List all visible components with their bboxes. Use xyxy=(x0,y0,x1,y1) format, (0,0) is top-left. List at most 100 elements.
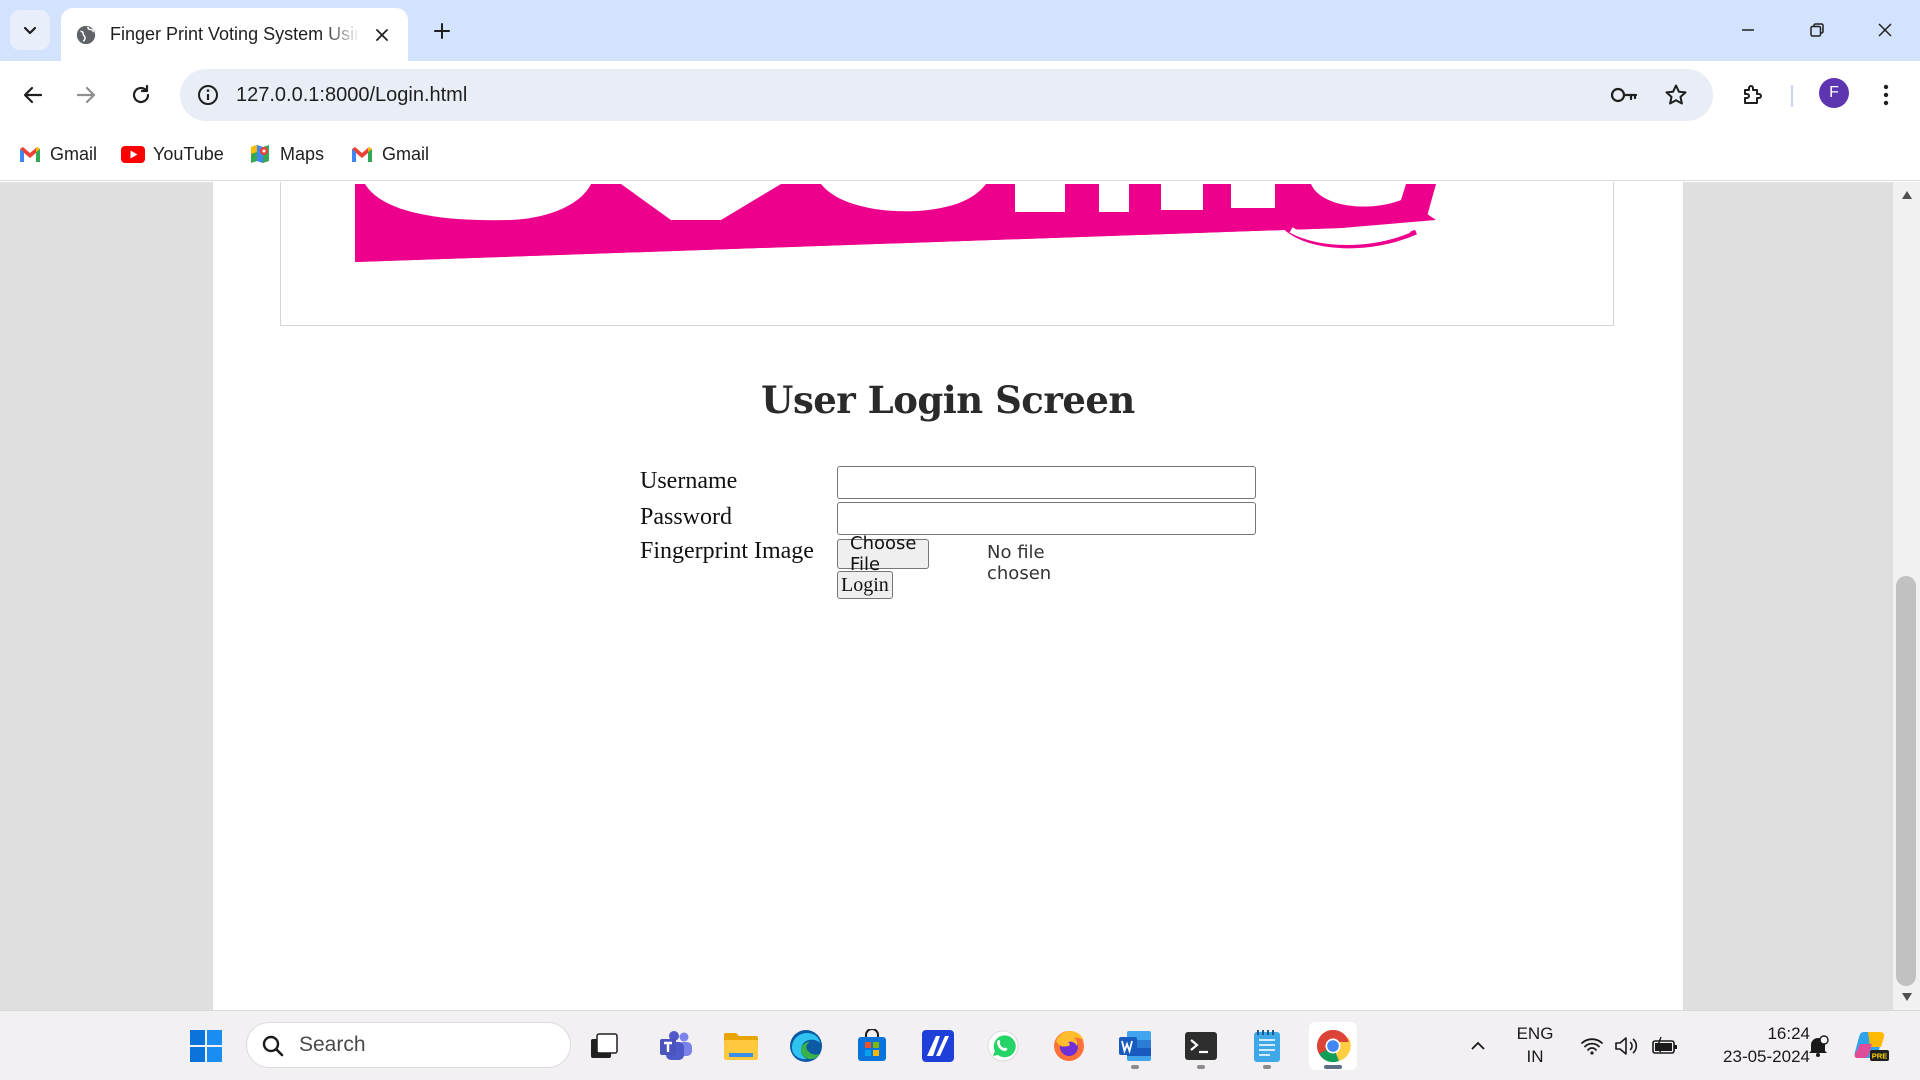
forward-button[interactable] xyxy=(66,75,106,115)
password-input[interactable] xyxy=(837,502,1256,535)
browser-menu-button[interactable] xyxy=(1866,75,1906,115)
copilot-button[interactable]: PRE xyxy=(1850,1011,1894,1080)
new-tab-button[interactable] xyxy=(425,14,459,48)
wifi-status[interactable] xyxy=(1576,1011,1608,1080)
triangle-down-icon xyxy=(1901,993,1912,1001)
taskbar-search[interactable]: Search xyxy=(246,1022,571,1068)
task-view-button[interactable] xyxy=(580,1022,628,1070)
close-icon xyxy=(376,29,388,41)
running-indicator xyxy=(1263,1065,1271,1069)
notepad-icon xyxy=(1254,1030,1280,1062)
scroll-up-button[interactable] xyxy=(1893,186,1920,204)
close-window-button[interactable] xyxy=(1865,10,1905,50)
volume-icon xyxy=(1615,1037,1638,1055)
close-tab-button[interactable] xyxy=(370,23,394,47)
bookmark-star-button[interactable] xyxy=(1660,79,1692,111)
fingerprint-label: Fingerprint Image xyxy=(640,538,814,564)
language-indicator[interactable]: ENG IN xyxy=(1505,1022,1565,1068)
page-title: User Login Screen xyxy=(761,378,1135,422)
triangle-up-icon xyxy=(1901,191,1912,199)
maps-icon xyxy=(248,142,272,166)
terminal-icon xyxy=(1185,1032,1217,1060)
clock-time: 16:24 xyxy=(1767,1024,1810,1043)
folder-icon xyxy=(724,1033,758,1060)
bookmark-maps[interactable]: Maps xyxy=(248,139,324,169)
toolbar-divider xyxy=(1791,85,1793,107)
svg-text:PRE: PRE xyxy=(1872,1052,1887,1061)
youtube-icon xyxy=(121,142,145,166)
restore-icon xyxy=(1810,23,1824,37)
extensions-button[interactable] xyxy=(1733,75,1773,115)
taskbar-app-ai-studio[interactable] xyxy=(914,1022,962,1070)
username-label: Username xyxy=(640,468,738,494)
search-icon xyxy=(262,1035,284,1057)
site-info-button[interactable] xyxy=(192,79,224,111)
arrow-left-icon xyxy=(23,86,43,104)
running-indicator xyxy=(1197,1065,1205,1069)
taskbar-app-firefox[interactable] xyxy=(1045,1022,1093,1070)
reload-icon xyxy=(132,84,150,104)
bookmark-gmail[interactable]: Gmail xyxy=(18,139,97,169)
notifications-button[interactable] xyxy=(1803,1011,1833,1080)
taskbar-app-microsoft-store[interactable] xyxy=(848,1022,896,1070)
clock-date: 23-05-2024 xyxy=(1723,1047,1810,1066)
chrome-icon xyxy=(1317,1029,1351,1063)
username-input[interactable] xyxy=(837,466,1256,499)
page-scrollbar[interactable] xyxy=(1893,182,1920,1010)
scrollbar-thumb[interactable] xyxy=(1896,576,1916,986)
whatsapp-icon xyxy=(987,1030,1019,1062)
start-button[interactable] xyxy=(182,1022,230,1070)
password-manager-button[interactable] xyxy=(1608,79,1640,111)
choose-file-button[interactable]: Choose File xyxy=(837,533,930,575)
wifi-icon xyxy=(1581,1038,1603,1055)
page-content: User Login Screen Username Password Fing… xyxy=(213,182,1683,1010)
minimize-icon xyxy=(1742,29,1754,31)
task-view-icon xyxy=(591,1033,618,1058)
url-text[interactable]: 127.0.0.1:8000/Login.html xyxy=(236,69,467,121)
notification-bell-icon xyxy=(1809,1035,1829,1057)
edge-icon xyxy=(790,1030,822,1062)
puzzle-icon xyxy=(1744,85,1762,104)
back-button[interactable] xyxy=(13,75,53,115)
taskbar-app-whatsapp[interactable] xyxy=(979,1022,1027,1070)
windows-logo-icon xyxy=(190,1030,222,1062)
tab-search-button[interactable] xyxy=(10,10,50,50)
show-hidden-icons-button[interactable] xyxy=(1462,1011,1494,1080)
taskbar-app-chrome[interactable] xyxy=(1309,1022,1357,1070)
taskbar: Search ENG IN 16:24 23-05-2024 PRE xyxy=(0,1010,1920,1080)
reload-button[interactable] xyxy=(121,75,161,115)
system-clock[interactable]: 16:24 23-05-2024 xyxy=(1690,1022,1810,1068)
address-bar[interactable]: 127.0.0.1:8000/Login.html xyxy=(180,69,1713,121)
tab-strip: Finger Print Voting System Using xyxy=(0,0,1920,61)
bookmark-youtube[interactable]: YouTube xyxy=(121,139,224,169)
profile-avatar[interactable]: F xyxy=(1819,78,1849,108)
taskbar-app-word[interactable] xyxy=(1111,1022,1159,1070)
taskbar-app-edge[interactable] xyxy=(782,1022,830,1070)
minimize-button[interactable] xyxy=(1728,10,1768,50)
arrow-right-icon xyxy=(76,86,96,104)
gmail-icon xyxy=(350,142,374,166)
scroll-down-button[interactable] xyxy=(1893,988,1920,1006)
star-icon xyxy=(1665,84,1687,105)
running-indicator xyxy=(1131,1065,1139,1069)
restore-button[interactable] xyxy=(1797,10,1837,50)
plus-icon xyxy=(434,23,450,39)
taskbar-app-file-explorer[interactable] xyxy=(717,1022,765,1070)
bookmark-label: Gmail xyxy=(50,143,98,164)
login-button[interactable]: Login xyxy=(837,571,893,599)
ai-studio-icon xyxy=(922,1030,954,1062)
active-indicator xyxy=(1324,1065,1342,1069)
close-icon xyxy=(1878,23,1892,37)
volume-status[interactable] xyxy=(1611,1011,1643,1080)
battery-status[interactable] xyxy=(1648,1011,1682,1080)
browser-tab[interactable]: Finger Print Voting System Using xyxy=(61,8,408,61)
chevron-up-icon xyxy=(1471,1041,1485,1050)
taskbar-app-notepad[interactable] xyxy=(1243,1022,1291,1070)
bookmark-gmail-2[interactable]: Gmail xyxy=(350,139,429,169)
store-icon xyxy=(858,1029,886,1061)
tab-title: Finger Print Voting System Using xyxy=(110,24,360,44)
taskbar-app-teams[interactable] xyxy=(652,1022,700,1070)
taskbar-app-terminal[interactable] xyxy=(1177,1022,1225,1070)
search-placeholder: Search xyxy=(299,1033,366,1056)
password-label: Password xyxy=(640,504,733,530)
